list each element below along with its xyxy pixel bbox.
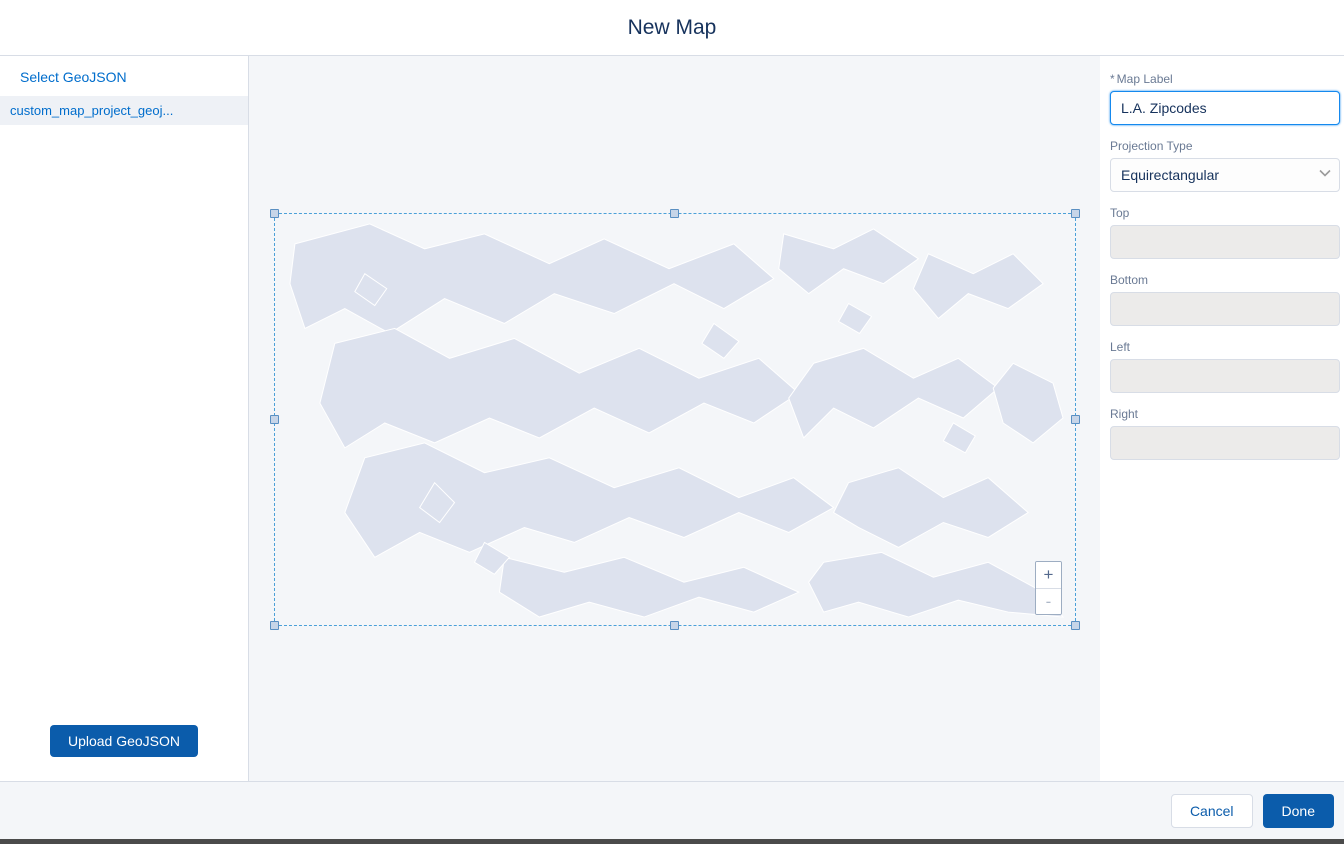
- bottom-field-block: Bottom: [1110, 273, 1342, 326]
- projection-select[interactable]: [1110, 158, 1340, 192]
- left-field-block: Left: [1110, 340, 1342, 393]
- bottom-label: Bottom: [1110, 273, 1342, 287]
- map-bounding-box[interactable]: + -: [274, 213, 1076, 626]
- right-input[interactable]: [1110, 426, 1340, 460]
- cancel-button[interactable]: Cancel: [1171, 794, 1253, 828]
- select-geojson-link[interactable]: Select GeoJSON: [0, 56, 248, 96]
- crop-handle-left-center[interactable]: [270, 415, 279, 424]
- sidebar-left: Select GeoJSON custom_map_project_geoj..…: [0, 56, 249, 781]
- crop-handle-bottom-right[interactable]: [1071, 621, 1080, 630]
- top-field-block: Top: [1110, 206, 1342, 259]
- crop-handle-top-left[interactable]: [270, 209, 279, 218]
- upload-geojson-button[interactable]: Upload GeoJSON: [50, 725, 198, 757]
- map-label-label-text: Map Label: [1117, 72, 1173, 86]
- right-label: Right: [1110, 407, 1342, 421]
- map-label-input[interactable]: [1110, 91, 1340, 125]
- right-field-block: Right: [1110, 407, 1342, 460]
- crop-handle-bottom-left[interactable]: [270, 621, 279, 630]
- left-input[interactable]: [1110, 359, 1340, 393]
- projection-field-block: Projection Type: [1110, 139, 1342, 192]
- footer-strip: [0, 839, 1344, 844]
- modal-header: New Map: [0, 0, 1344, 56]
- zoom-out-button[interactable]: -: [1036, 588, 1061, 614]
- sidebar-right: *Map Label Projection Type Top Bottom Le…: [1100, 56, 1344, 781]
- map-preview: [275, 214, 1075, 625]
- modal-title: New Map: [628, 16, 717, 40]
- modal-footer: Cancel Done: [0, 781, 1344, 839]
- top-input[interactable]: [1110, 225, 1340, 259]
- left-label: Left: [1110, 340, 1342, 354]
- map-label-field-block: *Map Label: [1110, 72, 1342, 125]
- bottom-input[interactable]: [1110, 292, 1340, 326]
- zoom-control: + -: [1035, 561, 1062, 615]
- zoom-in-button[interactable]: +: [1036, 562, 1061, 588]
- modal-body: Select GeoJSON custom_map_project_geoj..…: [0, 56, 1344, 781]
- done-button[interactable]: Done: [1263, 794, 1334, 828]
- map-label-label: *Map Label: [1110, 72, 1342, 86]
- projection-select-value[interactable]: [1110, 158, 1340, 192]
- crop-handle-right-center[interactable]: [1071, 415, 1080, 424]
- file-list: Select GeoJSON custom_map_project_geoj..…: [0, 56, 248, 725]
- crop-handle-top-center[interactable]: [670, 209, 679, 218]
- top-label: Top: [1110, 206, 1342, 220]
- projection-label: Projection Type: [1110, 139, 1342, 153]
- map-preview-area: + -: [249, 56, 1100, 781]
- crop-handle-bottom-center[interactable]: [670, 621, 679, 630]
- upload-button-wrap: Upload GeoJSON: [0, 725, 248, 781]
- crop-handle-top-right[interactable]: [1071, 209, 1080, 218]
- geojson-file-item[interactable]: custom_map_project_geoj...: [0, 96, 248, 125]
- required-asterisk: *: [1110, 72, 1115, 86]
